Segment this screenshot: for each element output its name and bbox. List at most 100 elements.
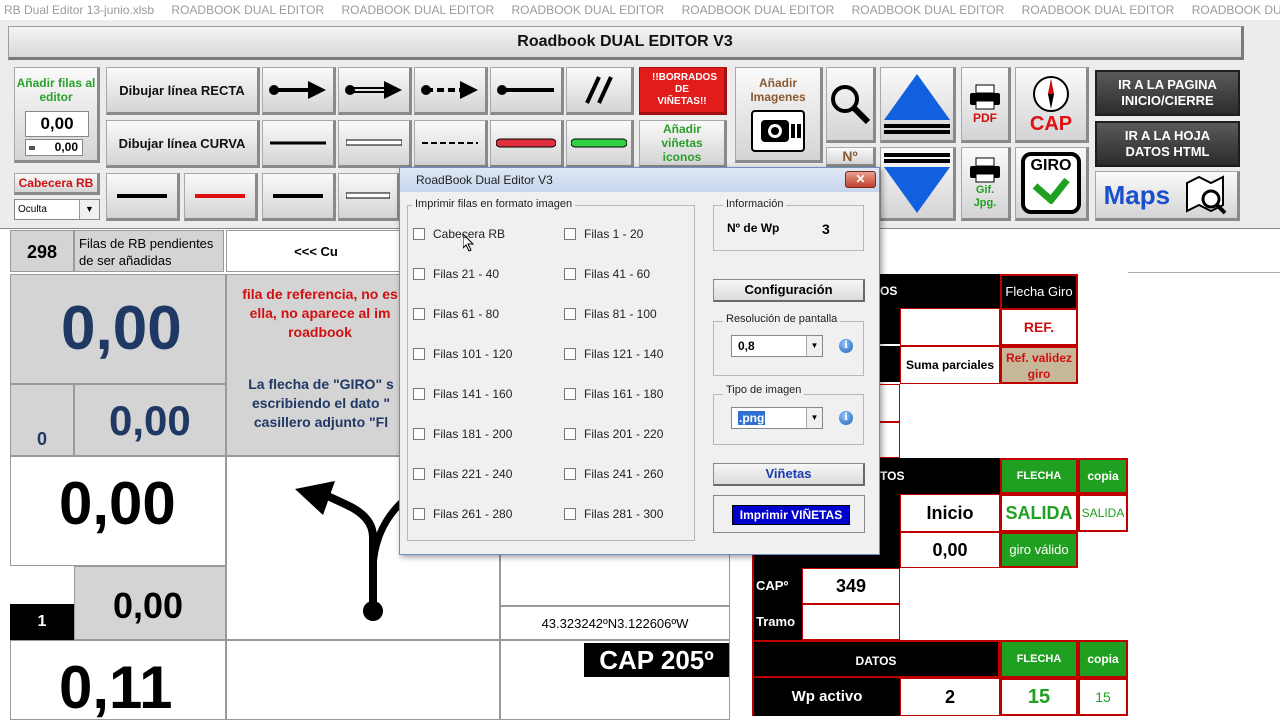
checkbox-box[interactable]: [413, 268, 425, 280]
datos-label: DATOS: [855, 654, 897, 668]
giro-button[interactable]: GIRO: [1015, 147, 1089, 221]
print-vinetas-button[interactable]: Imprimir VIÑETAS: [732, 505, 850, 525]
config-button[interactable]: Configuración: [713, 279, 865, 302]
print-rows-checkbox[interactable]: Filas 1 - 20: [564, 227, 643, 241]
print-rows-checkbox[interactable]: Filas 181 - 200: [413, 427, 512, 441]
line-dashed-button[interactable]: [414, 120, 488, 168]
arrow-solid-button[interactable]: [262, 67, 336, 115]
giro-note: La flecha de "GIRO" s escribiendo el dat…: [248, 376, 394, 430]
checkbox-box[interactable]: [564, 468, 576, 480]
draw-straight-button[interactable]: Dibujar línea RECTA: [106, 67, 260, 115]
arrow-double-button[interactable]: [338, 67, 412, 115]
pdf-button[interactable]: PDF: [961, 67, 1011, 143]
print-rows-checkbox[interactable]: Filas 201 - 220: [564, 427, 663, 441]
print-rows-checkbox[interactable]: Filas 121 - 140: [564, 347, 663, 361]
number-label: Nº: [842, 148, 858, 164]
header-rb-button[interactable]: Cabecera RB: [14, 173, 100, 195]
print-rows-checkbox[interactable]: Filas 261 - 280: [413, 507, 512, 521]
cu-cell[interactable]: <<< Cu: [226, 230, 406, 272]
line-thick-button[interactable]: [262, 120, 336, 168]
checkbox-box[interactable]: [413, 308, 425, 320]
line-green-button[interactable]: [566, 120, 634, 168]
print-rows-checkbox[interactable]: Filas 141 - 160: [413, 387, 512, 401]
checkbox-box[interactable]: [413, 388, 425, 400]
add-icons-button[interactable]: Añadir viñetas iconos: [639, 120, 727, 168]
cap-button[interactable]: CAP: [1015, 67, 1089, 143]
number-button[interactable]: Nº: [826, 147, 876, 167]
print-rows-checkbox[interactable]: Filas 241 - 260: [564, 467, 663, 481]
delete-icons-button[interactable]: !!BORRADOS DE VIÑETAS!!: [639, 67, 727, 115]
map-search-icon: [1186, 175, 1227, 215]
suma-parciales-label: Suma parciales: [905, 358, 995, 372]
maps-button[interactable]: Maps: [1095, 171, 1240, 221]
salida-copy-cell: SALIDA: [1078, 494, 1128, 532]
title-repeat-2: ROADBOOK DUAL EDITOR: [341, 3, 495, 17]
add-rows-input[interactable]: 0,00: [25, 111, 89, 137]
line-red-button[interactable]: [490, 120, 564, 168]
line-dot-button[interactable]: [490, 67, 564, 115]
vinetas-button[interactable]: Viñetas: [713, 463, 865, 486]
checkbox-box[interactable]: [413, 468, 425, 480]
chevron-down-icon[interactable]: ▼: [806, 408, 822, 428]
print-rows-checkbox[interactable]: Filas 61 - 80: [413, 307, 499, 321]
draw-curve-button[interactable]: Dibujar línea CURVA: [106, 120, 260, 168]
gif-jpg-button[interactable]: Gif. Jpg.: [961, 147, 1011, 221]
print-rows-checkbox[interactable]: Cabecera RB: [413, 227, 505, 241]
checkbox-box[interactable]: [564, 348, 576, 360]
cap-label-cell: CAPº: [754, 568, 802, 604]
print-rows-checkbox[interactable]: Filas 81 - 100: [564, 307, 657, 321]
image-type-select[interactable]: .png ▼: [731, 407, 823, 429]
checkbox-box[interactable]: [564, 228, 576, 240]
distance-partial: 0,00: [109, 397, 191, 444]
add-images-button[interactable]: Añadir Imagenes: [735, 67, 823, 163]
checkbox-label: Filas 21 - 40: [433, 267, 500, 281]
goto-start-button[interactable]: IR A LA PAGINA INICIO/CIERRE: [1095, 70, 1240, 116]
add-rows-spinner[interactable]: 0,00: [25, 139, 83, 156]
print-rows-checkbox[interactable]: Filas 161 - 180: [564, 387, 663, 401]
print-rows-checkbox[interactable]: Filas 281 - 300: [564, 507, 663, 521]
break-line-button[interactable]: [566, 67, 634, 115]
header-rb-select[interactable]: Oculta ▼: [14, 199, 100, 220]
chevron-down-icon[interactable]: ▼: [79, 200, 99, 219]
goto-html-button[interactable]: IR A LA HOJA DATOS HTML: [1095, 121, 1240, 167]
os-black-cell: [878, 308, 900, 344]
line-double-button[interactable]: [338, 120, 412, 168]
wp-value-cell: 2: [900, 678, 1000, 716]
dialog-title-bar[interactable]: RoadBook Dual Editor V3: [400, 168, 879, 192]
checkbox-box[interactable]: [413, 428, 425, 440]
print-rows-checkbox[interactable]: Filas 221 - 240: [413, 467, 512, 481]
print-rows-checkbox[interactable]: Filas 21 - 40: [413, 267, 499, 281]
line-double2-button[interactable]: [338, 173, 400, 221]
checkbox-box[interactable]: [564, 268, 576, 280]
checkbox-box[interactable]: [564, 508, 576, 520]
chevron-down-icon[interactable]: ▼: [806, 336, 822, 356]
compass-icon: [1033, 76, 1069, 112]
checkbox-box[interactable]: [564, 428, 576, 440]
tos-header: TOS: [878, 458, 1000, 494]
line-dashed-icon: [422, 142, 478, 144]
resolution-select[interactable]: 0,8 ▼: [731, 335, 823, 357]
line-redthin-button[interactable]: [184, 173, 258, 221]
checkbox-box[interactable]: [564, 308, 576, 320]
line-black-button[interactable]: [106, 173, 180, 221]
print-rows-checkbox[interactable]: Filas 41 - 60: [564, 267, 650, 281]
move-up-button[interactable]: [880, 67, 956, 143]
checkbox-box[interactable]: [413, 508, 425, 520]
checkbox-box[interactable]: [413, 348, 425, 360]
row2-drawing-cell[interactable]: [226, 640, 500, 720]
checkbox-label: Filas 221 - 240: [433, 467, 513, 481]
print-rows-checkbox[interactable]: Filas 101 - 120: [413, 347, 512, 361]
checkbox-box[interactable]: [564, 388, 576, 400]
info-icon[interactable]: i: [839, 411, 853, 425]
info-icon[interactable]: i: [839, 339, 853, 353]
salida-value: SALIDA: [1005, 503, 1073, 523]
giro-valido-cell: giro válido: [1000, 532, 1078, 568]
checkbox-box[interactable]: [413, 228, 425, 240]
row2-distance-cell: 0,11: [10, 640, 226, 721]
ref-validez-cell: Ref. validez giro: [1000, 346, 1078, 384]
zoom-button[interactable]: [826, 67, 876, 143]
arrow-dashed-button[interactable]: [414, 67, 488, 115]
line-black2-button[interactable]: [262, 173, 336, 221]
close-icon[interactable]: ✕: [845, 171, 876, 188]
move-down-button[interactable]: [880, 147, 956, 221]
